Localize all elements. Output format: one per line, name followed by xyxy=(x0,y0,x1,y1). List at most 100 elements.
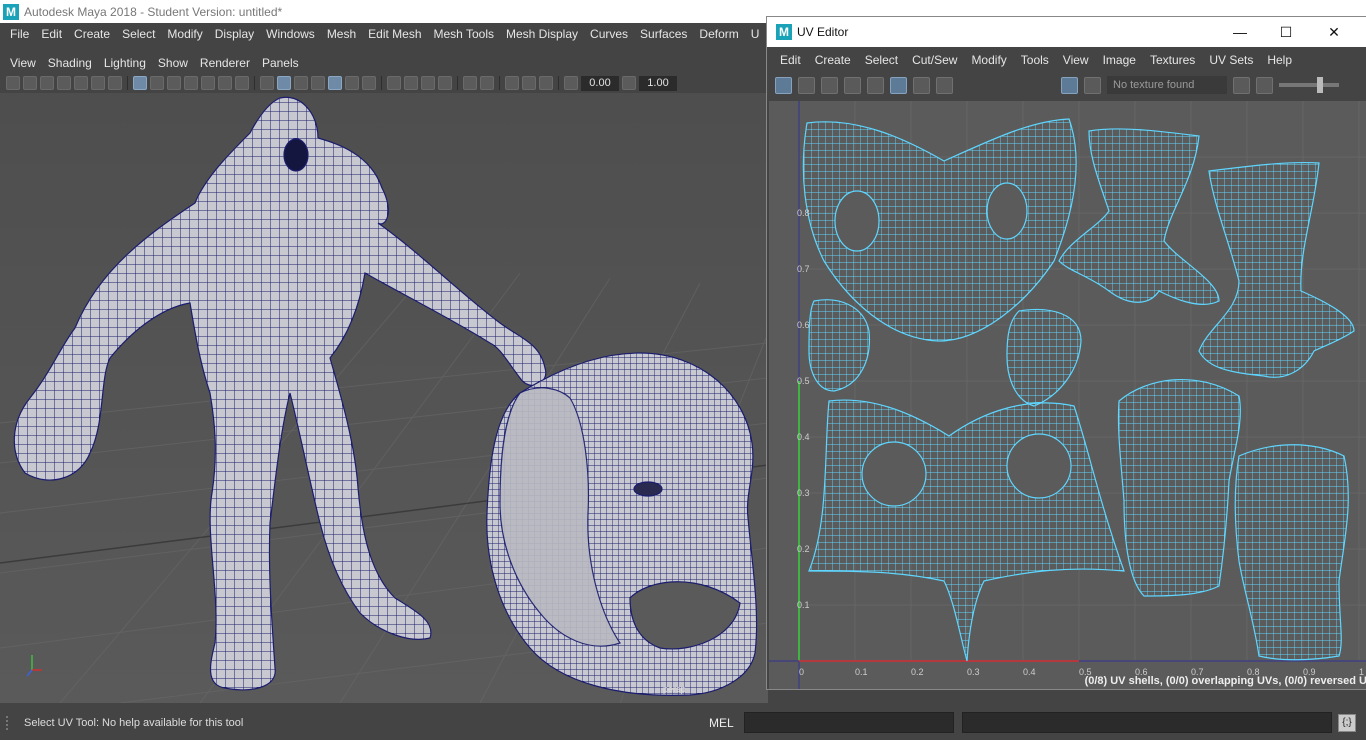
image-settings-icon[interactable] xyxy=(1256,76,1273,94)
gamma-icon[interactable] xyxy=(622,76,636,90)
uv-menu-create[interactable]: Create xyxy=(815,53,851,67)
lock-camera-icon[interactable] xyxy=(23,76,37,90)
film-gate-icon[interactable] xyxy=(150,76,164,90)
menu-u[interactable]: U xyxy=(751,27,760,41)
separator xyxy=(457,76,458,90)
menu-edit-mesh[interactable]: Edit Mesh xyxy=(368,27,421,41)
motion-blur-icon[interactable] xyxy=(404,76,418,90)
uv-menu-select[interactable]: Select xyxy=(865,53,898,67)
command-line-input[interactable] xyxy=(744,712,954,733)
backface-culling-icon[interactable] xyxy=(539,76,553,90)
xray-active-components-icon[interactable] xyxy=(522,76,536,90)
panel-menu-shading[interactable]: Shading xyxy=(48,56,92,70)
uv-menu-cut-sew[interactable]: Cut/Sew xyxy=(912,53,957,67)
close-button[interactable]: ✕ xyxy=(1311,17,1357,47)
safe-action-icon[interactable] xyxy=(218,76,232,90)
grid-icon[interactable] xyxy=(133,76,147,90)
exposure-field[interactable]: 0.00 xyxy=(581,75,619,91)
uv-canvas[interactable]: 0 0.1 0.2 0.3 0.4 0.5 0.6 0.7 0.8 0.9 1 0.1 0.2 0.3 0… xyxy=(769,101,1366,689)
perspective-viewport[interactable]: persp xyxy=(0,93,768,703)
select-camera-icon[interactable] xyxy=(6,76,20,90)
gamma-field[interactable]: 1.00 xyxy=(639,75,677,91)
shaded-uv-icon[interactable] xyxy=(798,76,815,94)
uv-menu-textures[interactable]: Textures xyxy=(1150,53,1195,67)
menu-deform[interactable]: Deform xyxy=(699,27,738,41)
image-plane-icon[interactable] xyxy=(74,76,88,90)
two-d-pan-zoom-icon[interactable] xyxy=(91,76,105,90)
v-axis-tick-label: 0.4 xyxy=(797,432,810,442)
distortion-icon[interactable] xyxy=(821,76,838,94)
script-editor-icon[interactable]: {;} xyxy=(1338,714,1356,732)
panel-menu-view[interactable]: View xyxy=(10,56,36,70)
menu-edit[interactable]: Edit xyxy=(41,27,62,41)
field-chart-icon[interactable] xyxy=(201,76,215,90)
uv-grid-icon[interactable] xyxy=(890,76,907,94)
uv-menu-tools[interactable]: Tools xyxy=(1021,53,1049,67)
v-axis-tick-label: 0.7 xyxy=(797,264,810,274)
separator xyxy=(127,76,128,90)
menu-modify[interactable]: Modify xyxy=(167,27,202,41)
u-axis-tick-label: 0.1 xyxy=(855,667,868,677)
menu-curves[interactable]: Curves xyxy=(590,27,628,41)
texture-field[interactable]: No texture found xyxy=(1107,76,1227,94)
grip-handle[interactable] xyxy=(6,716,10,730)
ambient-occlusion-icon[interactable] xyxy=(387,76,401,90)
xray-icon[interactable] xyxy=(480,76,494,90)
panel-menu-renderer[interactable]: Renderer xyxy=(200,56,250,70)
menu-windows[interactable]: Windows xyxy=(266,27,315,41)
image-exposure-slider[interactable] xyxy=(1279,77,1339,93)
anti-aliasing-icon[interactable] xyxy=(421,76,435,90)
wireframe-icon[interactable] xyxy=(260,76,274,90)
uv-menu-modify[interactable]: Modify xyxy=(971,53,1006,67)
uv-menu-uv-sets[interactable]: UV Sets xyxy=(1209,53,1253,67)
uv-menu-edit[interactable]: Edit xyxy=(780,53,801,67)
menu-mesh[interactable]: Mesh xyxy=(327,27,356,41)
panel-menu-panels[interactable]: Panels xyxy=(262,56,299,70)
uv-menu-image[interactable]: Image xyxy=(1103,53,1136,67)
refresh-texture-icon[interactable] xyxy=(1233,76,1250,94)
isolate-select-icon[interactable] xyxy=(463,76,477,90)
v-axis-tick-label: 0.2 xyxy=(797,544,810,554)
menu-display[interactable]: Display xyxy=(215,27,254,41)
display-image-icon[interactable] xyxy=(1061,76,1078,94)
mel-toggle-button[interactable]: MEL xyxy=(709,716,734,730)
uv-shell-icon[interactable] xyxy=(775,76,792,94)
menu-surfaces[interactable]: Surfaces xyxy=(640,27,687,41)
default-material-icon[interactable] xyxy=(294,76,308,90)
menu-create[interactable]: Create xyxy=(74,27,110,41)
panel-menu-lighting[interactable]: Lighting xyxy=(104,56,146,70)
resolution-gate-icon[interactable] xyxy=(167,76,181,90)
menu-mesh-display[interactable]: Mesh Display xyxy=(506,27,578,41)
grease-pencil-icon[interactable] xyxy=(108,76,122,90)
help-line: Select UV Tool: No help available for th… xyxy=(0,706,1366,740)
status-line-band xyxy=(0,45,768,53)
bookmarks-icon[interactable] xyxy=(57,76,71,90)
uv-menu-view[interactable]: View xyxy=(1063,53,1089,67)
menu-mesh-tools[interactable]: Mesh Tools xyxy=(434,27,494,41)
menu-select[interactable]: Select xyxy=(122,27,155,41)
slider-knob[interactable] xyxy=(1317,77,1323,93)
troll-head-mesh xyxy=(486,352,758,696)
panel-menu-show[interactable]: Show xyxy=(158,56,188,70)
wireframe-on-shaded-icon[interactable] xyxy=(328,76,342,90)
depth-of-field-icon[interactable] xyxy=(438,76,452,90)
gate-mask-icon[interactable] xyxy=(184,76,198,90)
command-result-field xyxy=(962,712,1332,733)
checker-pattern-icon[interactable] xyxy=(1084,76,1101,94)
use-all-lights-icon[interactable] xyxy=(345,76,359,90)
safe-title-icon[interactable] xyxy=(235,76,249,90)
grid-toggle-icon[interactable] xyxy=(844,76,861,94)
menu-file[interactable]: File xyxy=(10,27,29,41)
uv-menu-help[interactable]: Help xyxy=(1267,53,1292,67)
shadows-icon[interactable] xyxy=(362,76,376,90)
textured-icon[interactable] xyxy=(311,76,325,90)
minimize-button[interactable]: — xyxy=(1217,17,1263,47)
camera-attributes-icon[interactable] xyxy=(40,76,54,90)
snapshot-icon[interactable] xyxy=(936,76,953,94)
pixel-snap-icon[interactable] xyxy=(913,76,930,94)
exposure-icon[interactable] xyxy=(564,76,578,90)
xray-joints-icon[interactable] xyxy=(505,76,519,90)
smooth-shade-icon[interactable] xyxy=(277,76,291,90)
checker-map-icon[interactable] xyxy=(867,76,884,94)
maximize-button[interactable]: ☐ xyxy=(1263,17,1309,47)
